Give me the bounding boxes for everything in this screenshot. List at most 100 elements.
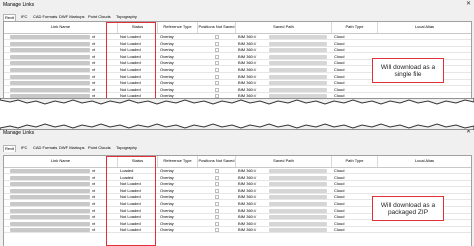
saved-path-redacted xyxy=(269,61,327,66)
tab-ifc[interactable]: IFC xyxy=(20,14,28,20)
positions-not-saved-checkbox[interactable] xyxy=(215,195,219,200)
link-name-redacted xyxy=(10,81,90,86)
reference-type-cell: Overlay xyxy=(160,187,174,193)
tab-topography[interactable]: Topography xyxy=(115,14,138,20)
path-type-cell: Cloud xyxy=(334,60,345,66)
column-header-local-alias[interactable]: Local Alias xyxy=(378,156,471,167)
table-row[interactable]: vt Not Loaded Overlay BIM 360://Cloud xyxy=(4,221,471,227)
path-type-cell: Cloud xyxy=(334,67,345,72)
positions-not-saved-checkbox[interactable] xyxy=(215,175,219,180)
saved-path-cell: BIM 360:// xyxy=(238,80,257,86)
positions-not-saved-checkbox[interactable] xyxy=(215,48,219,53)
tab-topography[interactable]: Topography xyxy=(115,145,138,151)
positions-not-saved-checkbox[interactable] xyxy=(215,202,219,206)
reference-type-cell: Overlay xyxy=(160,73,174,79)
positions-not-saved-checkbox[interactable] xyxy=(215,68,219,72)
path-type-cell: Cloud xyxy=(334,40,345,46)
table-row[interactable]: vt Not Loaded Overlay BIM 360://Cloud xyxy=(4,41,471,47)
tab-point-clouds[interactable]: Point Clouds xyxy=(87,145,112,151)
column-header-link-name[interactable]: Link Name xyxy=(4,156,118,167)
reference-type-cell: Overlay xyxy=(160,214,174,220)
saved-path-redacted xyxy=(269,169,327,173)
positions-not-saved-checkbox[interactable] xyxy=(215,74,219,79)
saved-path-cell: BIM 360:// xyxy=(238,73,257,79)
positions-not-saved-checkbox[interactable] xyxy=(215,228,219,233)
positions-not-saved-checkbox[interactable] xyxy=(215,169,219,173)
close-icon[interactable]: ✕ xyxy=(466,0,471,7)
saved-path-redacted xyxy=(269,68,327,72)
positions-not-saved-checkbox[interactable] xyxy=(215,215,219,220)
table-row[interactable]: vt Not Loaded Overlay BIM 360://Cloud xyxy=(4,188,471,194)
positions-not-saved-checkbox[interactable] xyxy=(215,41,219,46)
tab-dwf-markups[interactable]: DWF Markups xyxy=(58,14,86,20)
positions-not-saved-checkbox[interactable] xyxy=(215,35,219,39)
saved-path-cell: BIM 360:// xyxy=(238,47,257,53)
positions-not-saved-checkbox[interactable] xyxy=(215,87,219,92)
positions-not-saved-checkbox[interactable] xyxy=(215,54,219,59)
callout-single-file: Will download as a single file xyxy=(372,58,444,83)
column-header-positions-not-saved[interactable]: Positions Not Saved xyxy=(198,156,236,167)
table-row[interactable]: vt Loaded Overlay BIM 360://Cloud xyxy=(4,168,471,174)
positions-not-saved-checkbox[interactable] xyxy=(215,61,219,66)
column-header-path-type[interactable]: Path Type xyxy=(332,156,378,167)
saved-path-redacted xyxy=(269,195,327,200)
path-type-cell: Cloud xyxy=(334,168,345,173)
torn-edge-bottom xyxy=(0,123,474,130)
path-type-cell: Cloud xyxy=(334,86,345,92)
saved-path-cell: BIM 360:// xyxy=(238,194,257,200)
tab-cad-formats[interactable]: CAD Formats xyxy=(32,14,58,20)
reference-type-cell: Overlay xyxy=(160,86,174,92)
saved-path-cell: BIM 360:// xyxy=(238,174,257,180)
manage-links-window-top: Manage Links ✕ Revit IFC CAD Formats DWF… xyxy=(0,0,474,100)
positions-not-saved-checkbox[interactable] xyxy=(215,221,219,226)
reference-type-cell: Overlay xyxy=(160,227,174,233)
positions-not-saved-checkbox[interactable] xyxy=(215,208,219,213)
reference-type-cell: Overlay xyxy=(160,80,174,86)
column-header-reference-type[interactable]: Reference Type xyxy=(158,22,198,33)
path-type-cell: Cloud xyxy=(334,194,345,200)
table-row[interactable]: vt Not Loaded Overlay BIM 360://Cloud xyxy=(4,181,471,188)
column-header-saved-path[interactable]: Saved Path xyxy=(236,22,332,33)
tab-dwf-markups[interactable]: DWF Markups xyxy=(58,145,86,151)
table-row[interactable]: vt Not Loaded Overlay BIM 360://Cloud xyxy=(4,87,471,93)
reference-type-cell: Overlay xyxy=(160,220,174,226)
saved-path-redacted xyxy=(269,35,327,39)
saved-path-redacted xyxy=(269,221,327,226)
column-header-path-type[interactable]: Path Type xyxy=(332,22,378,33)
positions-not-saved-checkbox[interactable] xyxy=(215,81,219,86)
table-row[interactable]: vt Not Loaded Overlay BIM 360://Cloud xyxy=(4,227,471,234)
tab-cad-formats[interactable]: CAD Formats xyxy=(32,145,58,151)
column-header-reference-type[interactable]: Reference Type xyxy=(158,156,198,167)
link-name-redacted xyxy=(10,182,90,187)
window-title: Manage Links xyxy=(3,2,35,8)
tab-revit[interactable]: Revit xyxy=(3,14,17,21)
torn-edge-top xyxy=(0,98,474,105)
saved-path-redacted xyxy=(269,228,327,233)
saved-path-cell: BIM 360:// xyxy=(238,34,257,39)
path-type-cell: Cloud xyxy=(334,80,345,86)
link-name-redacted xyxy=(10,35,90,39)
saved-path-cell: BIM 360:// xyxy=(238,207,257,213)
saved-path-cell: BIM 360:// xyxy=(238,67,257,72)
column-header-saved-path[interactable]: Saved Path xyxy=(236,156,332,167)
positions-not-saved-checkbox[interactable] xyxy=(215,182,219,187)
saved-path-cell: BIM 360:// xyxy=(238,227,257,233)
link-name-redacted xyxy=(10,48,90,53)
table-row[interactable]: vt Loaded Overlay BIM 360://Cloud xyxy=(4,175,471,181)
saved-path-redacted xyxy=(269,81,327,86)
link-name-redacted xyxy=(10,215,90,220)
column-header-positions-not-saved[interactable]: Positions Not Saved xyxy=(198,22,236,33)
saved-path-cell: BIM 360:// xyxy=(238,220,257,226)
tab-point-clouds[interactable]: Point Clouds xyxy=(87,14,112,20)
saved-path-cell: BIM 360:// xyxy=(238,60,257,66)
link-name-redacted xyxy=(10,41,90,46)
column-header-local-alias[interactable]: Local Alias xyxy=(378,22,471,33)
path-type-cell: Cloud xyxy=(334,174,345,180)
table-row[interactable]: vt Not Loaded Overlay BIM 360://Cloud xyxy=(4,47,471,54)
column-header-link-name[interactable]: Link Name xyxy=(4,22,118,33)
table-row[interactable]: vt Not Loaded Overlay BIM 360://Cloud xyxy=(4,34,471,40)
positions-not-saved-checkbox[interactable] xyxy=(215,188,219,193)
tab-ifc[interactable]: IFC xyxy=(20,145,28,151)
tab-revit[interactable]: Revit xyxy=(3,145,17,152)
reference-type-cell: Overlay xyxy=(160,181,174,187)
